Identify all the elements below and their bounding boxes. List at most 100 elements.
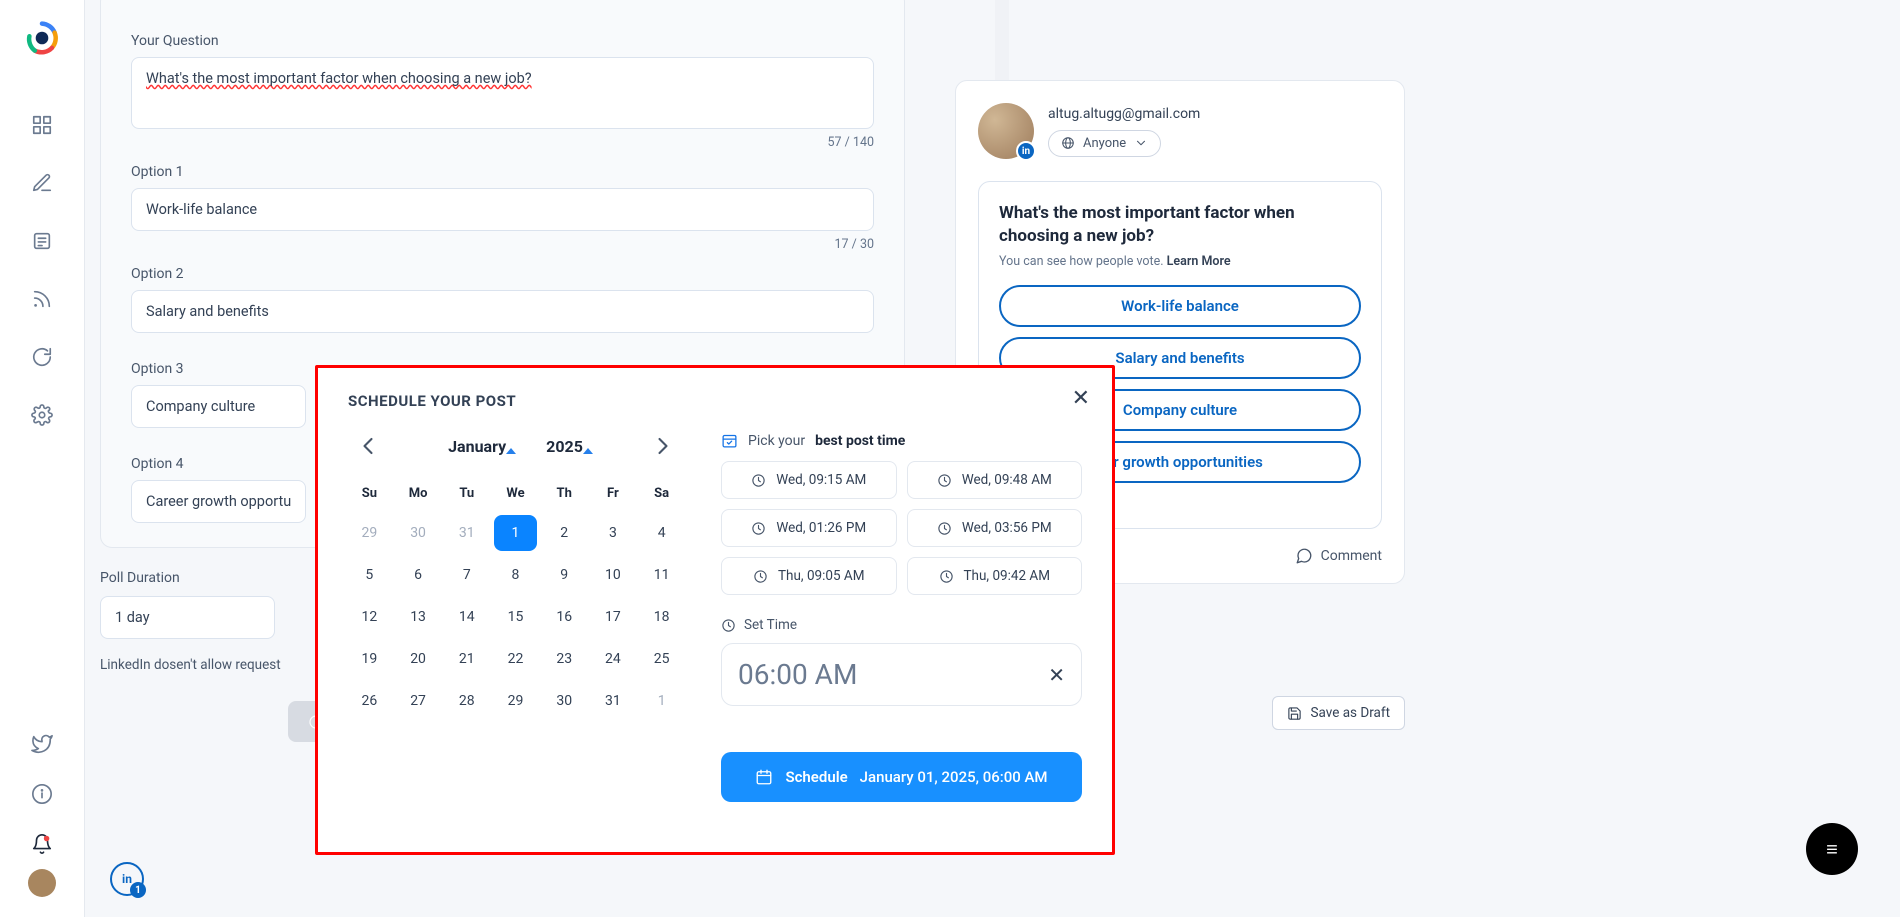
- calendar-day[interactable]: 17: [592, 599, 635, 635]
- visibility-selector[interactable]: Anyone: [1048, 130, 1161, 157]
- calendar-day[interactable]: 1: [494, 515, 537, 551]
- calendar-day[interactable]: 5: [348, 557, 391, 593]
- calendar-day[interactable]: 24: [592, 641, 635, 677]
- nav-dashboard-icon[interactable]: [31, 114, 53, 136]
- calendar-day[interactable]: 6: [397, 557, 440, 593]
- calendar-next-button[interactable]: [649, 432, 677, 460]
- suggested-time[interactable]: Wed, 09:48 AM: [907, 461, 1083, 499]
- schedule-confirm-button[interactable]: Schedule January 01, 2025, 06:00 AM: [721, 752, 1082, 802]
- calendar-year-select[interactable]: 2025: [546, 437, 583, 456]
- calendar: January 2025 SuMoTuWeThFrSa2930311234567…: [348, 432, 683, 802]
- chevron-down-icon: [1134, 136, 1148, 150]
- calendar-day[interactable]: 7: [445, 557, 488, 593]
- suggested-time[interactable]: Wed, 01:26 PM: [721, 509, 897, 547]
- nav-refresh-icon[interactable]: [31, 346, 53, 368]
- option3-input[interactable]: [131, 385, 306, 428]
- info-icon[interactable]: [31, 783, 53, 805]
- calendar-day[interactable]: 13: [397, 599, 440, 635]
- question-label: Your Question: [131, 33, 874, 49]
- calendar-prev-button[interactable]: [354, 432, 382, 460]
- nav-rss-icon[interactable]: [31, 288, 53, 310]
- calendar-day[interactable]: 25: [640, 641, 683, 677]
- calendar-day[interactable]: 2: [543, 515, 586, 551]
- calendar-dow: Th: [543, 478, 586, 509]
- calendar-icon: [755, 768, 773, 786]
- linkedin-account-badge[interactable]: in 1: [110, 862, 144, 896]
- calendar-check-icon: [721, 432, 738, 449]
- help-fab[interactable]: ≡: [1806, 823, 1858, 875]
- bell-icon[interactable]: [31, 833, 53, 855]
- time-clear-button[interactable]: ✕: [1048, 663, 1065, 687]
- calendar-day[interactable]: 12: [348, 599, 391, 635]
- nav-settings-icon[interactable]: [31, 404, 53, 426]
- suggested-time[interactable]: Thu, 09:05 AM: [721, 557, 897, 595]
- profile-avatar: in: [978, 103, 1034, 159]
- calendar-day[interactable]: 31: [592, 683, 635, 719]
- calendar-day[interactable]: 19: [348, 641, 391, 677]
- option1-counter: 17 / 30: [131, 237, 874, 252]
- sidebar-bottom: [28, 719, 56, 917]
- calendar-day[interactable]: 27: [397, 683, 440, 719]
- question-input[interactable]: What's the most important factor when ch…: [131, 57, 874, 129]
- suggested-time[interactable]: Thu, 09:42 AM: [907, 557, 1083, 595]
- calendar-day[interactable]: 31: [445, 515, 488, 551]
- twitter-icon[interactable]: [31, 733, 53, 755]
- calendar-day[interactable]: 16: [543, 599, 586, 635]
- calendar-day[interactable]: 29: [494, 683, 537, 719]
- nav-compose-icon[interactable]: [31, 172, 53, 194]
- save-icon: [1287, 706, 1302, 721]
- option4-input[interactable]: [131, 480, 306, 523]
- best-time-header: Pick your best post time: [721, 432, 1082, 449]
- question-counter: 57 / 140: [131, 135, 874, 150]
- calendar-month-select[interactable]: January: [448, 437, 506, 456]
- calendar-day[interactable]: 1: [640, 683, 683, 719]
- calendar-dow: Sa: [640, 478, 683, 509]
- calendar-day[interactable]: 8: [494, 557, 537, 593]
- calendar-day[interactable]: 20: [397, 641, 440, 677]
- calendar-day[interactable]: 10: [592, 557, 635, 593]
- suggested-time[interactable]: Wed, 09:15 AM: [721, 461, 897, 499]
- calendar-day[interactable]: 22: [494, 641, 537, 677]
- calendar-dow: Tu: [445, 478, 488, 509]
- calendar-day[interactable]: 28: [445, 683, 488, 719]
- calendar-day[interactable]: 23: [543, 641, 586, 677]
- calendar-dow: Su: [348, 478, 391, 509]
- option1-input[interactable]: [131, 188, 874, 231]
- poll-preview-title: What's the most important factor when ch…: [999, 202, 1361, 248]
- calendar-day[interactable]: 18: [640, 599, 683, 635]
- calendar-day[interactable]: 4: [640, 515, 683, 551]
- calendar-day[interactable]: 3: [592, 515, 635, 551]
- poll-duration-input[interactable]: [100, 596, 275, 639]
- clock-icon: [721, 618, 736, 633]
- calendar-day[interactable]: 15: [494, 599, 537, 635]
- sidebar: [0, 0, 85, 917]
- calendar-day[interactable]: 30: [397, 515, 440, 551]
- suggested-time[interactable]: Wed, 03:56 PM: [907, 509, 1083, 547]
- calendar-dow: Mo: [397, 478, 440, 509]
- user-avatar[interactable]: [28, 869, 56, 897]
- schedule-modal: SCHEDULE YOUR POST ✕ January 2025 SuMoTu…: [315, 365, 1115, 855]
- nav-news-icon[interactable]: [31, 230, 53, 252]
- calendar-day[interactable]: 14: [445, 599, 488, 635]
- option2-label: Option 2: [131, 266, 874, 282]
- calendar-day[interactable]: 9: [543, 557, 586, 593]
- calendar-day[interactable]: 29: [348, 515, 391, 551]
- modal-title: SCHEDULE YOUR POST: [348, 392, 1082, 410]
- linkedin-icon: in: [1016, 141, 1036, 161]
- poll-duration-label: Poll Duration: [100, 570, 180, 586]
- time-input[interactable]: 06:00 AM ✕: [721, 643, 1082, 706]
- linkedin-count: 1: [130, 882, 146, 898]
- app-logo: [24, 20, 60, 56]
- profile-email: altug.altugg@gmail.com: [1048, 106, 1200, 122]
- calendar-day[interactable]: 21: [445, 641, 488, 677]
- calendar-day[interactable]: 11: [640, 557, 683, 593]
- modal-close-button[interactable]: ✕: [1072, 386, 1090, 411]
- set-time-label: Set Time: [721, 617, 1082, 633]
- poll-preview-opt1[interactable]: Work-life balance: [999, 285, 1361, 327]
- comment-icon: [1295, 547, 1313, 565]
- calendar-day[interactable]: 30: [543, 683, 586, 719]
- option1-label: Option 1: [131, 164, 874, 180]
- option2-input[interactable]: [131, 290, 874, 333]
- calendar-day[interactable]: 26: [348, 683, 391, 719]
- save-draft-button[interactable]: Save as Draft: [1272, 696, 1405, 730]
